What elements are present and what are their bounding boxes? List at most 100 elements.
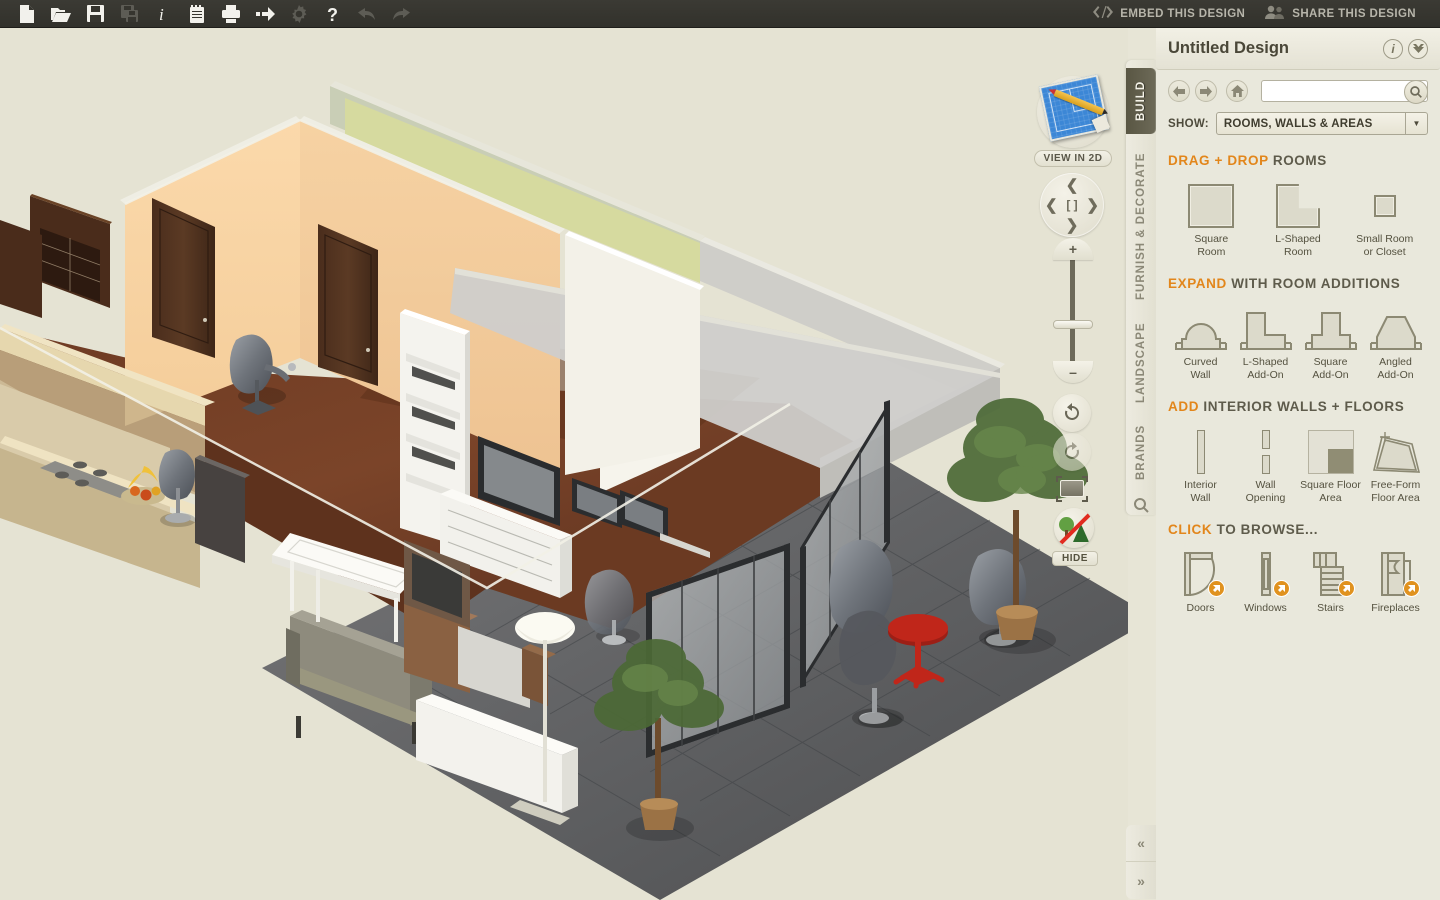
- section-title-accent: CLICK: [1168, 522, 1213, 537]
- curved-wall-icon: [1168, 299, 1233, 351]
- save-icon[interactable]: [78, 1, 112, 27]
- code-icon: [1093, 6, 1114, 21]
- floorplan-3d-render: [0, 28, 1128, 900]
- angled-addon-icon: [1363, 299, 1428, 351]
- tool-caption-line1: Windows: [1244, 602, 1287, 614]
- show-dropdown-value: ROOMS, WALLS & AREAS: [1223, 117, 1373, 130]
- tool-small-room[interactable]: Small Room or Closet: [1341, 174, 1428, 258]
- tool-caption-line2: Add-On: [1312, 368, 1349, 381]
- save-as-icon[interactable]: [112, 1, 146, 27]
- tool-caption-line1: L-Shaped: [1242, 356, 1289, 368]
- pan-center-button[interactable]: [ ]: [1066, 198, 1077, 212]
- home-button[interactable]: [1226, 80, 1248, 102]
- collapse-right-button[interactable]: »: [1126, 862, 1156, 899]
- tool-l-shaped-addon[interactable]: L-Shaped Add-On: [1233, 297, 1298, 381]
- section-title: EXPAND WITH ROOM ADDITIONS: [1168, 276, 1428, 291]
- open-folder-icon[interactable]: [44, 1, 78, 27]
- panel-collapse-controls: « »: [1126, 825, 1156, 899]
- tool-caption-line1: L-Shaped: [1275, 233, 1321, 245]
- rail-tab-furnish-decorate[interactable]: FURNISH & DECORATE: [1126, 142, 1156, 310]
- help-icon[interactable]: ?: [316, 1, 350, 27]
- embed-design-button[interactable]: EMBED THIS DESIGN: [1083, 0, 1255, 28]
- notes-icon[interactable]: [180, 1, 214, 27]
- view-in-2d-control[interactable]: VIEW IN 2D: [1030, 74, 1116, 167]
- browse-badge-icon: [1338, 580, 1355, 597]
- view-in-2d-label[interactable]: VIEW IN 2D: [1033, 150, 1113, 167]
- screenshot-icon[interactable]: [1056, 476, 1088, 502]
- tool-caption-line2: Wall: [1190, 368, 1211, 381]
- chevron-down-icon[interactable]: [1408, 38, 1428, 59]
- tool-square-room[interactable]: Square Room: [1168, 174, 1255, 258]
- tool-interior-wall[interactable]: Interior Wall: [1168, 420, 1233, 504]
- undo-icon[interactable]: [350, 1, 384, 27]
- tool-angled-addon[interactable]: Angled Add-On: [1363, 297, 1428, 381]
- rotate-clockwise-icon[interactable]: [1053, 433, 1091, 471]
- section-title-rest: INTERIOR WALLS + FLOORS: [1199, 399, 1405, 414]
- search-input-wrapper[interactable]: [1261, 80, 1428, 104]
- redo-icon[interactable]: [384, 1, 418, 27]
- square-floor-area-icon: [1298, 422, 1363, 474]
- rail-tab-landscape[interactable]: LANDSCAPE: [1126, 312, 1156, 414]
- gear-icon[interactable]: [282, 1, 316, 27]
- toolbar-right-links: EMBED THIS DESIGN SHARE THIS DESIGN: [1083, 0, 1440, 28]
- section-title: CLICK TO BROWSE...: [1168, 522, 1428, 537]
- rail-tab-build[interactable]: BUILD: [1126, 68, 1156, 134]
- info-icon[interactable]: i: [1383, 38, 1403, 59]
- search-input[interactable]: [1262, 85, 1427, 97]
- fireplace-icon: [1363, 545, 1428, 597]
- tool-square-floor-area[interactable]: Square Floor Area: [1298, 420, 1363, 504]
- pan-left-arrow-icon[interactable]: ❮: [1045, 196, 1058, 214]
- zoom-slider-handle[interactable]: [1053, 320, 1093, 329]
- browse-badge-icon: [1208, 580, 1225, 597]
- tool-curved-wall[interactable]: Curved Wall: [1168, 297, 1233, 381]
- square-addon-icon: [1298, 299, 1363, 351]
- print-icon[interactable]: [214, 1, 248, 27]
- tool-caption-line1: Stairs: [1317, 602, 1344, 614]
- share-design-button[interactable]: SHARE THIS DESIGN: [1255, 0, 1426, 28]
- forward-button[interactable]: [1195, 80, 1217, 102]
- search-submit-icon[interactable]: [1404, 80, 1428, 104]
- tool-caption-line1: Interior: [1184, 479, 1217, 491]
- pan-up-arrow-icon[interactable]: ❮: [1066, 176, 1079, 194]
- section-click-to-browse: CLICK TO BROWSE... Doors Windows Stairs …: [1156, 522, 1440, 615]
- section-title-rest: TO BROWSE...: [1212, 522, 1319, 537]
- tool-caption-line1: Curved: [1183, 356, 1218, 368]
- tool-l-shaped-room[interactable]: L-Shaped Room: [1255, 174, 1342, 258]
- tool-browse-windows[interactable]: Windows: [1233, 543, 1298, 615]
- back-button[interactable]: [1168, 80, 1190, 102]
- browse-badge-icon: [1273, 580, 1290, 597]
- section-interior-walls-floors: ADD INTERIOR WALLS + FLOORS Interior Wal…: [1156, 399, 1440, 504]
- pan-navigation-pad[interactable]: ❮ ❯ ❮ ❯ [ ]: [1040, 173, 1104, 237]
- zoom-slider-track[interactable]: [1070, 250, 1075, 372]
- chevron-down-icon[interactable]: ▼: [1405, 113, 1427, 134]
- zoom-slider[interactable]: + –: [1053, 238, 1093, 383]
- square-room-icon: [1168, 176, 1255, 228]
- door-icon: [1168, 545, 1233, 597]
- rotate-counterclockwise-icon[interactable]: [1053, 394, 1091, 432]
- new-document-icon[interactable]: [10, 1, 44, 27]
- tool-browse-stairs[interactable]: Stairs: [1298, 543, 1363, 615]
- tool-free-form-floor-area[interactable]: Free-Form Floor Area: [1363, 420, 1428, 504]
- tool-browse-fireplaces[interactable]: Fireplaces: [1363, 543, 1428, 615]
- pan-right-arrow-icon[interactable]: ❯: [1086, 196, 1099, 214]
- design-canvas-3d[interactable]: VIEW IN 2D ❮ ❯ ❮ ❯ [ ] + – HIDE: [0, 28, 1128, 900]
- collapse-left-button[interactable]: «: [1126, 825, 1156, 862]
- show-dropdown[interactable]: ROOMS, WALLS & AREAS ▼: [1215, 112, 1428, 135]
- tool-caption-line1: Square Floor: [1300, 479, 1361, 491]
- hide-label[interactable]: HIDE: [1052, 551, 1098, 566]
- panel-navigation: [1156, 70, 1440, 104]
- export-icon[interactable]: [248, 1, 282, 27]
- rail-tab-brands[interactable]: BRANDS: [1126, 416, 1156, 488]
- hide-vegetation-control[interactable]: HIDE: [1052, 508, 1098, 566]
- tool-square-addon[interactable]: Square Add-On: [1298, 297, 1363, 381]
- pan-down-arrow-icon[interactable]: ❯: [1066, 216, 1079, 234]
- info-icon[interactable]: i: [146, 1, 180, 27]
- stairs-icon: [1298, 545, 1363, 597]
- section-title-accent: ADD: [1168, 399, 1200, 414]
- tool-wall-opening[interactable]: Wall Opening: [1233, 420, 1298, 504]
- section-grid: Square Room L-Shaped Room Small Room or …: [1168, 174, 1428, 258]
- search-icon[interactable]: [1126, 490, 1156, 520]
- tool-caption-line1: Square: [1194, 233, 1229, 245]
- tool-browse-doors[interactable]: Doors: [1168, 543, 1233, 615]
- top-toolbar: i ? EMBED THIS DESIGN SHARE THIS DESIGN: [0, 0, 1440, 28]
